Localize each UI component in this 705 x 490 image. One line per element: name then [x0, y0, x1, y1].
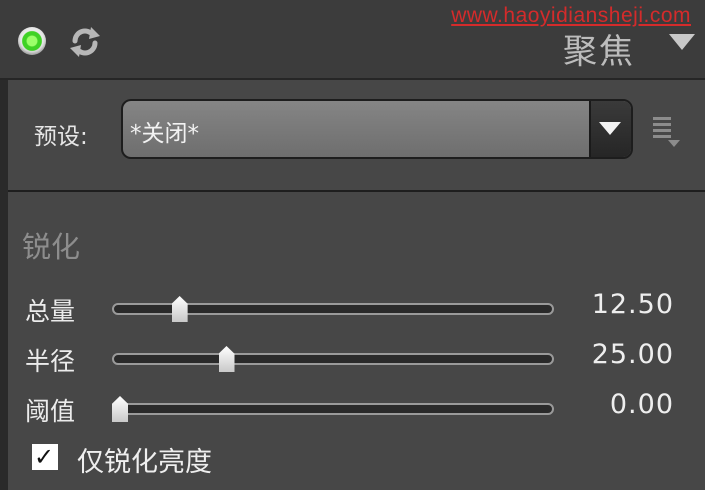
slider-track[interactable]: [112, 396, 554, 422]
slider-value[interactable]: 12.50: [592, 289, 674, 320]
slider-amount: 总量 12.50: [8, 289, 705, 332]
focus-panel: 聚焦 www.haoyidiansheji.com 预设: *关闭* 锐化 总量: [0, 0, 705, 490]
panel-left-edge: [0, 80, 8, 490]
slider-track[interactable]: [112, 346, 554, 372]
luminance-only-checkbox[interactable]: ✓: [32, 444, 58, 470]
luminance-only-label: 仅锐化亮度: [77, 447, 212, 478]
preset-value: *关闭*: [130, 121, 199, 147]
preset-dropdown-button[interactable]: [589, 101, 631, 157]
slider-value[interactable]: 0.00: [610, 389, 674, 420]
slider-label: 阈值: [25, 397, 76, 426]
slider-radius: 半径 25.00: [8, 339, 705, 382]
slider-track[interactable]: [112, 296, 554, 322]
preset-dropdown[interactable]: *关闭*: [121, 99, 633, 159]
preset-row: 预设: *关闭*: [8, 80, 705, 192]
sharpen-title: 锐化: [22, 230, 81, 264]
caret-down-icon: [599, 122, 621, 135]
slider-label: 半径: [25, 347, 76, 376]
slider-label: 总量: [25, 297, 76, 326]
sharpen-section: 锐化 总量 12.50 半径 25.00 阈值 0.00 ✓ 仅锐化亮度: [8, 192, 705, 490]
slider-thumb[interactable]: [218, 346, 235, 372]
preset-menu-icon[interactable]: [651, 113, 681, 149]
chevron-down-icon[interactable]: [669, 34, 695, 50]
checkmark-icon: ✓: [34, 443, 55, 471]
watermark: www.haoyidiansheji.com: [451, 4, 691, 27]
slider-thumb[interactable]: [171, 296, 188, 322]
enable-toggle-dot-icon[interactable]: [18, 27, 46, 55]
slider-value[interactable]: 25.00: [592, 339, 674, 370]
slider-thumb[interactable]: [112, 396, 128, 422]
slider-threshold: 阈值 0.00: [8, 389, 705, 432]
reset-icon[interactable]: [67, 25, 103, 59]
panel-title: 聚焦: [563, 32, 635, 72]
preset-label: 预设:: [34, 124, 88, 150]
